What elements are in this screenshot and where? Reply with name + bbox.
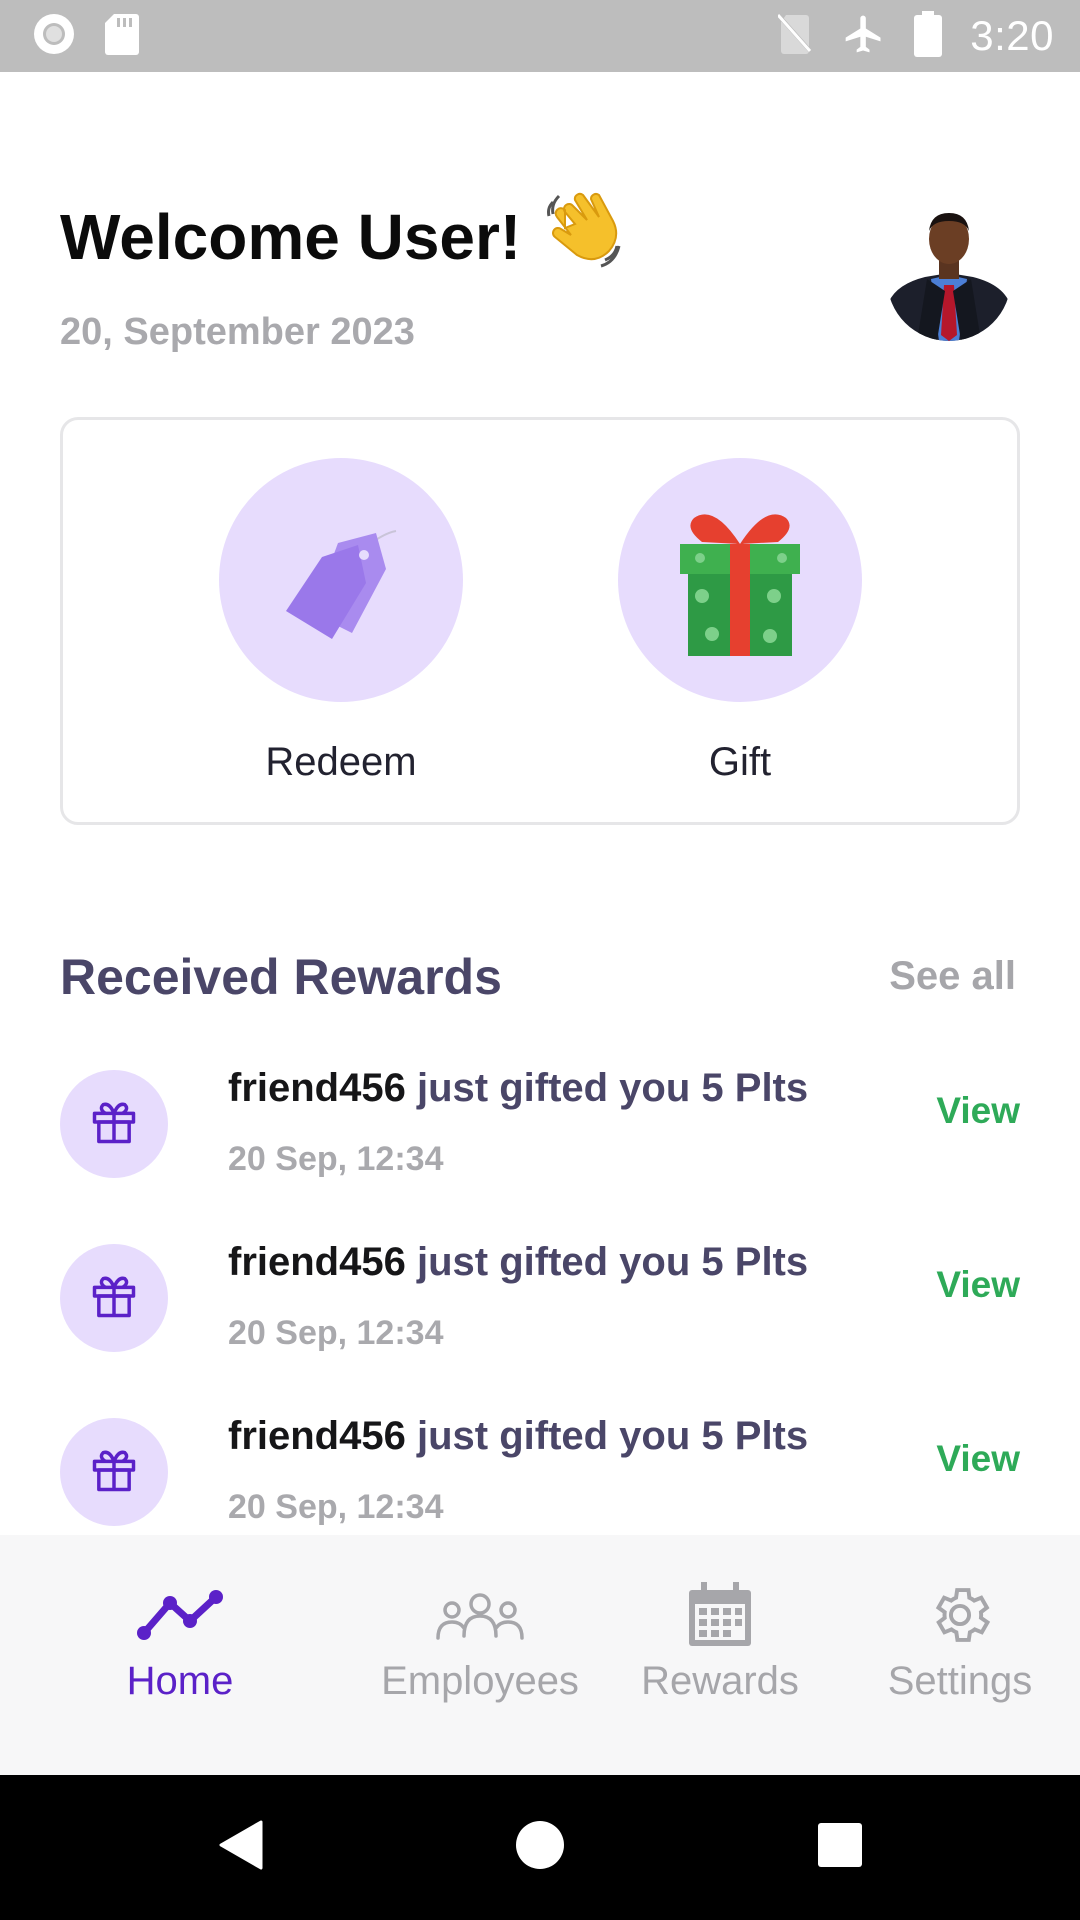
gift-box-icon (670, 498, 810, 663)
nav-rewards[interactable]: Rewards (600, 1535, 840, 1775)
status-right-icons: 3:20 (777, 10, 1054, 62)
nav-home-label: Home (126, 1659, 234, 1703)
quick-actions-card: Redeem Gift (60, 417, 1020, 825)
status-left-icons (32, 12, 140, 61)
reward-item: friend456 just gifted you 5 Plts 20 Sep,… (60, 1240, 1020, 1364)
nav-employees-label: Employees (381, 1659, 579, 1703)
gift-icon (88, 1444, 140, 1501)
gear-icon (840, 1565, 1080, 1665)
recents-square-icon (817, 1822, 863, 1873)
reward-sender: friend456 (228, 1066, 406, 1110)
nav-settings[interactable]: Settings (840, 1535, 1080, 1775)
status-time: 3:20 (970, 12, 1054, 59)
calendar-icon (600, 1565, 840, 1665)
reward-message: friend456 just gifted you 5 Plts (228, 1414, 808, 1459)
reward-message-text: just gifted you 5 Plts (405, 1414, 809, 1458)
battery-icon (914, 10, 943, 62)
view-button[interactable]: View (936, 1438, 1020, 1480)
recents-button[interactable] (780, 1775, 900, 1920)
reward-time: 20 Sep, 12:34 (228, 1488, 444, 1526)
reward-message-text: just gifted you 5 Plts (405, 1240, 809, 1284)
reward-time: 20 Sep, 12:34 (228, 1314, 444, 1352)
redeem-label: Redeem (265, 740, 417, 784)
waving-hand-icon (543, 188, 625, 285)
reward-icon-circle (60, 1070, 168, 1178)
nav-settings-label: Settings (887, 1659, 1033, 1703)
view-button[interactable]: View (936, 1264, 1020, 1306)
reward-time: 20 Sep, 12:34 (228, 1140, 444, 1178)
no-sim-icon (777, 13, 814, 60)
gift-button[interactable]: Gift (618, 458, 862, 785)
people-icon (360, 1565, 600, 1665)
gift-icon (88, 1096, 140, 1153)
avatar[interactable] (887, 195, 1011, 341)
view-button[interactable]: View (936, 1090, 1020, 1132)
see-all-link[interactable]: See all (889, 954, 1016, 999)
nav-home[interactable]: Home (60, 1535, 300, 1775)
reward-message: friend456 just gifted you 5 Plts (228, 1066, 808, 1111)
gift-icon (88, 1270, 140, 1327)
reward-item: friend456 just gifted you 5 Plts 20 Sep,… (60, 1414, 1020, 1538)
price-tag-icon (266, 503, 416, 658)
trend-line-icon (60, 1565, 300, 1665)
home-circle-icon (515, 1820, 565, 1875)
system-navigation-bar (0, 1775, 1080, 1920)
welcome-text: Welcome User! (60, 200, 522, 273)
record-icon (32, 12, 76, 61)
back-button[interactable] (180, 1775, 300, 1920)
home-button[interactable] (480, 1775, 600, 1920)
airplane-icon (842, 12, 886, 61)
bottom-navigation: Home Employees Rewards Settings (0, 1535, 1080, 1775)
back-triangle-icon (217, 1820, 263, 1875)
sd-card-icon (104, 12, 140, 61)
reward-sender: friend456 (228, 1240, 406, 1284)
nav-employees[interactable]: Employees (360, 1535, 600, 1775)
redeem-button[interactable]: Redeem (219, 458, 463, 785)
reward-message: friend456 just gifted you 5 Plts (228, 1240, 808, 1285)
redeem-icon-circle (219, 458, 463, 702)
status-bar: 3:20 (0, 0, 1080, 72)
reward-message-text: just gifted you 5 Plts (405, 1066, 809, 1110)
gift-label: Gift (708, 740, 772, 784)
nav-rewards-label: Rewards (641, 1659, 799, 1703)
reward-icon-circle (60, 1418, 168, 1526)
reward-item: friend456 just gifted you 5 Plts 20 Sep,… (60, 1066, 1020, 1190)
gift-icon-circle (618, 458, 862, 702)
received-rewards-title: Received Rewards (60, 949, 502, 1005)
reward-sender: friend456 (228, 1414, 406, 1458)
reward-icon-circle (60, 1244, 168, 1352)
welcome-heading: Welcome User! (60, 188, 625, 285)
current-date: 20, September 2023 (60, 311, 415, 353)
